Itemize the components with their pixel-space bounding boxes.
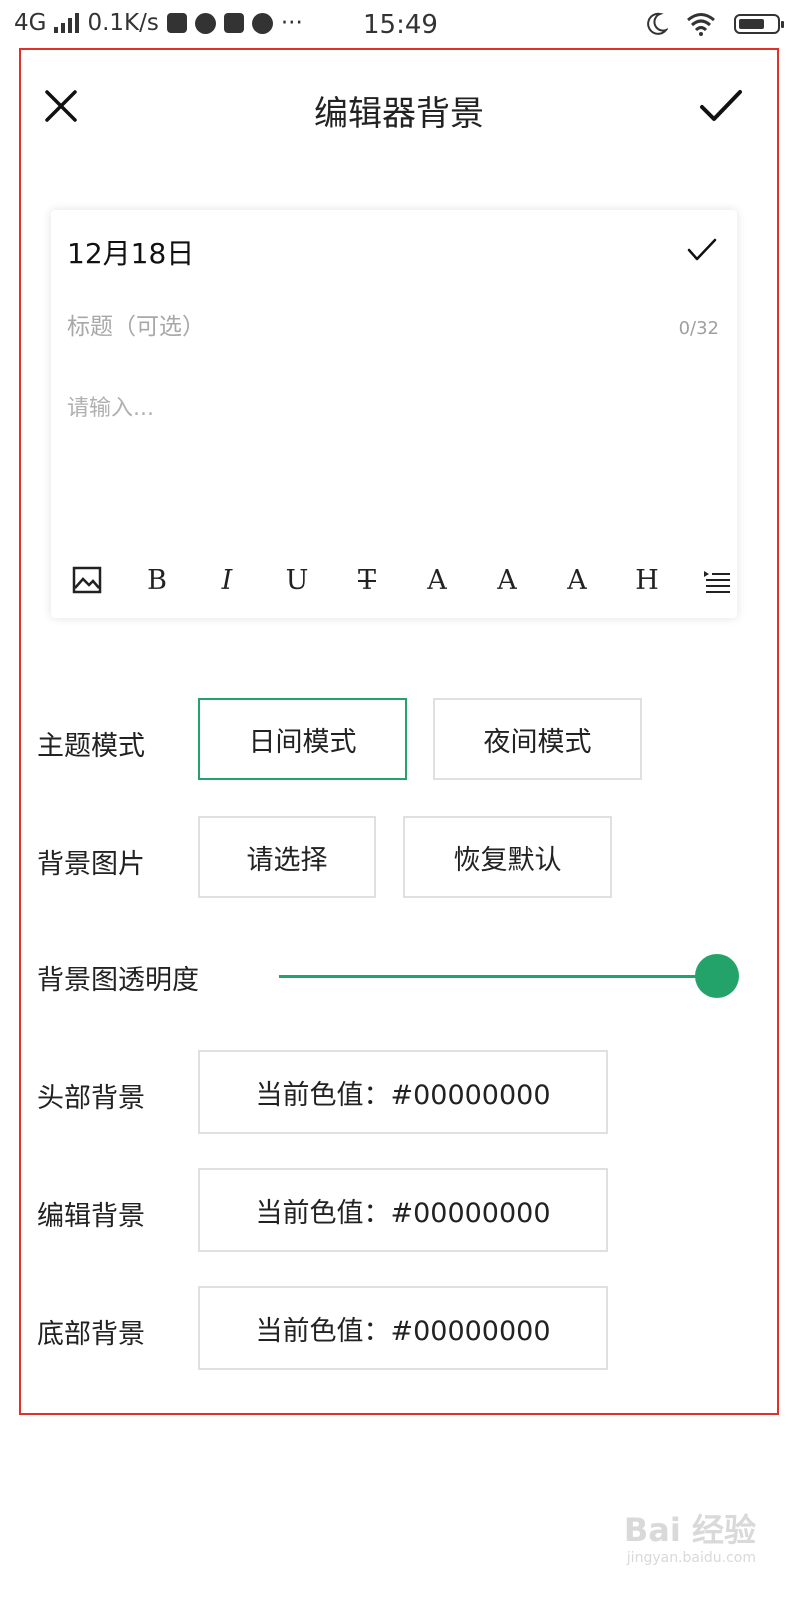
font-size-reset-button[interactable]: A: [557, 560, 597, 600]
music-icon: [194, 12, 216, 34]
moon-icon: [647, 12, 668, 35]
planet-icon: [251, 12, 273, 34]
app-notification-icon: [166, 13, 187, 33]
strikethrough-button[interactable]: T: [347, 560, 387, 600]
more-notifications-icon: ···: [280, 10, 303, 36]
font-size-increase-button[interactable]: A: [417, 560, 457, 600]
day-mode-button[interactable]: 日间模式: [198, 698, 407, 780]
theme-mode-label: 主题模式: [37, 731, 145, 762]
content-input[interactable]: [67, 390, 707, 510]
confirm-check-icon[interactable]: [699, 88, 743, 124]
network-speed: 0.1K/s: [87, 10, 159, 36]
network-type: 4G: [14, 10, 47, 36]
watermark-url: jingyan.baidu.com: [626, 1550, 756, 1566]
footer-bg-color-button[interactable]: 当前色值：#00000000: [198, 1286, 608, 1370]
format-toolbar: B I U T A A A H: [67, 560, 737, 600]
bg-opacity-slider[interactable]: [279, 954, 739, 998]
editor-background-panel: 编辑器背景 12月18日 0/32 B I U T A A A: [19, 48, 779, 1415]
slider-thumb[interactable]: [695, 954, 739, 998]
editor-preview-card: 12月18日 0/32 B I U T A A A H: [51, 210, 737, 618]
bg-image-label: 背景图片: [37, 849, 145, 880]
insert-image-icon[interactable]: [67, 560, 107, 600]
signal-icon: [54, 13, 80, 33]
wifi-icon: [687, 13, 715, 36]
editor-bg-color-button[interactable]: 当前色值：#00000000: [198, 1168, 608, 1252]
title-input[interactable]: [67, 314, 707, 340]
bg-opacity-label: 背景图透明度: [37, 965, 199, 996]
bold-button[interactable]: B: [137, 560, 177, 600]
title-char-count: 0/32: [678, 318, 719, 339]
save-check-icon[interactable]: [687, 238, 717, 262]
page-title: 编辑器背景: [314, 94, 484, 134]
battery-icon: [734, 14, 784, 34]
indent-icon[interactable]: [697, 560, 737, 600]
choose-image-button[interactable]: 请选择: [198, 816, 376, 898]
watermark-logo: Bai 经验: [623, 1511, 756, 1549]
footer-bg-label: 底部背景: [37, 1319, 145, 1350]
editor-bg-label: 编辑背景: [37, 1201, 145, 1232]
night-mode-button[interactable]: 夜间模式: [433, 698, 642, 780]
restore-default-button[interactable]: 恢复默认: [403, 816, 612, 898]
message-icon: [223, 13, 244, 33]
italic-button[interactable]: I: [207, 560, 247, 600]
top-bar: 编辑器背景: [21, 50, 777, 160]
note-date: 12月18日: [67, 237, 195, 270]
clock: 15:49: [363, 10, 438, 40]
underline-button[interactable]: U: [277, 560, 317, 600]
slider-track: [279, 975, 717, 978]
heading-button[interactable]: H: [627, 560, 667, 600]
font-size-decrease-button[interactable]: A: [487, 560, 527, 600]
header-bg-label: 头部背景: [37, 1083, 145, 1114]
header-bg-color-button[interactable]: 当前色值：#00000000: [198, 1050, 608, 1134]
